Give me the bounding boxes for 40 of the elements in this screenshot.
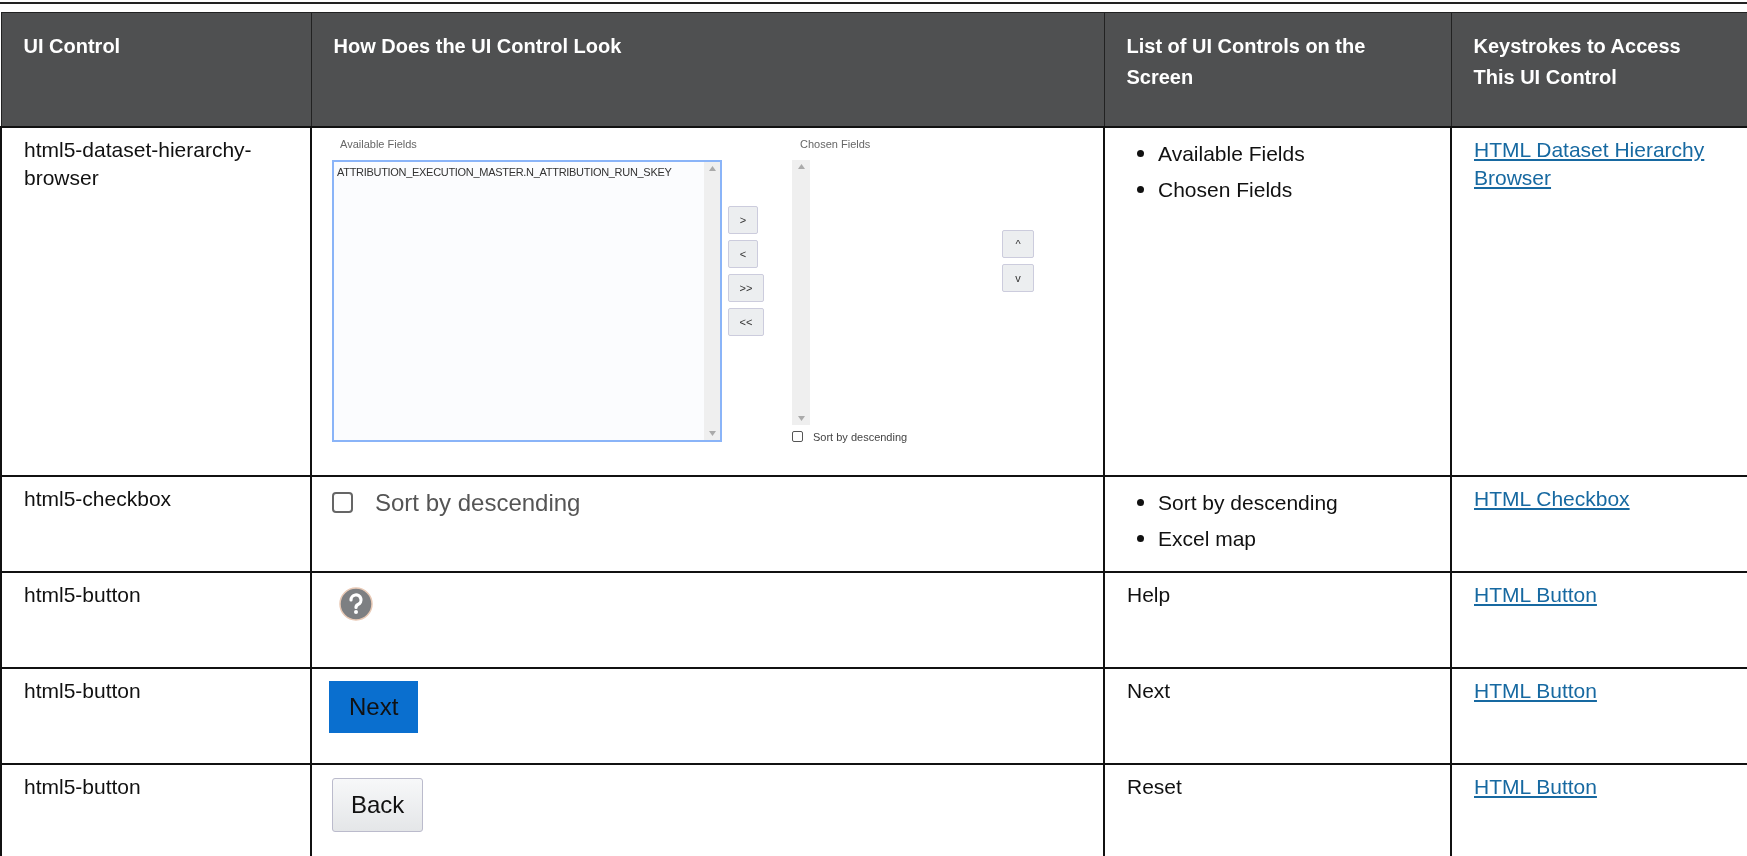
column-header: List of UI Controls on the Screen [1104,12,1451,127]
scroll-up-icon[interactable] [797,163,805,169]
scroll-down-icon[interactable] [797,415,805,421]
scrollbar[interactable] [704,161,720,440]
field-item[interactable]: ATTRIBUTION_EXECUTION_MASTER.N_ATTRIBUTION_RUN_SKEY [337,165,701,178]
doc-link[interactable]: HTML Dataset Hierarchy Browser [1474,135,1738,192]
column-header: Keystrokes to Access This UI Control [1451,12,1747,127]
checkbox[interactable] [332,492,353,513]
list-item: Chosen Fields [1137,171,1428,208]
chosen-fields-list[interactable] [792,159,810,425]
control-name: html5-button [24,773,142,800]
move-button[interactable]: > [728,205,758,234]
list-item: Available Fields [1137,135,1428,172]
list-item: Sort by descending [1137,484,1428,521]
checkbox-label: Sort by descending [375,488,581,517]
control-label: Next [1127,677,1172,704]
chosen-fields-label: Chosen Fields [800,137,872,150]
back-button[interactable]: Back [332,777,424,832]
column-header: UI Control [1,12,311,127]
control-name: html5-dataset-hierarchy-browser [24,136,253,191]
control-label: Help [1127,581,1172,608]
control-name: html5-button [24,581,142,608]
available-fields-label: Available Fields [340,137,418,150]
column-header: How Does the UI Control Look [311,12,1104,127]
scroll-down-icon[interactable] [708,430,716,436]
next-button[interactable]: Next [329,680,419,733]
checkbox[interactable] [792,431,803,442]
control-name: html5-checkbox [24,485,173,512]
control-name: html5-button [24,677,142,704]
list-item: Excel map [1137,520,1428,557]
order-button[interactable]: ^ [1002,229,1034,258]
available-fields-list[interactable]: ATTRIBUTION_EXECUTION_MASTER.N_ATTRIBUTION_RUN_SKEY [332,159,722,442]
scroll-up-icon[interactable] [708,165,716,171]
help-icon[interactable] [339,586,373,621]
control-label: Reset [1127,773,1183,800]
move-button[interactable]: < [728,239,758,268]
move-button[interactable]: >> [728,273,764,302]
move-button[interactable]: << [728,307,764,336]
checkbox-label: Sort by descending [813,430,908,443]
order-button[interactable]: v [1002,263,1034,292]
